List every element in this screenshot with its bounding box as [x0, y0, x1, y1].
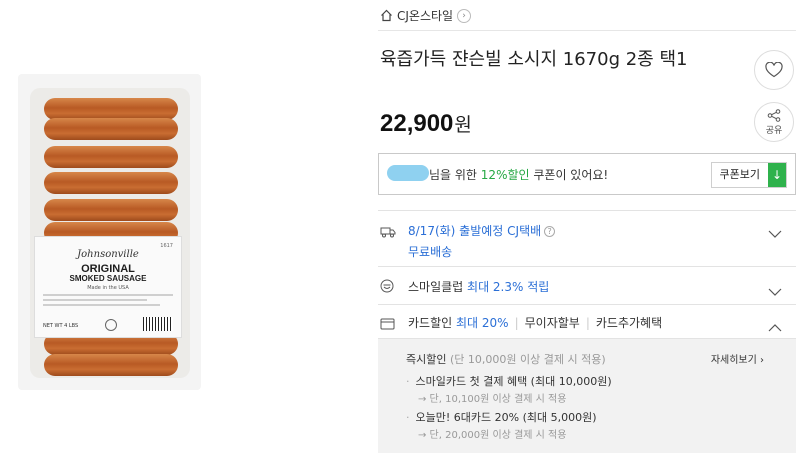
chevron-up-icon: [768, 317, 782, 336]
chevron-right-icon: ›: [457, 8, 472, 23]
price-value: 22,900: [380, 110, 454, 137]
discount-item-title: 스마일카드 첫 결제 혜택 (최대 10,000원): [415, 375, 612, 388]
share-icon: [767, 108, 781, 122]
see-more-link[interactable]: 자세히보기 ›: [711, 351, 764, 366]
divider: [378, 30, 796, 31]
product-price: 22,900 원: [380, 110, 472, 138]
chevron-down-icon: [768, 281, 782, 300]
coupon-text-after: 쿠폰이 있어요!: [529, 168, 609, 182]
package-net-weight: NET WT 4 LBS: [43, 323, 79, 329]
sausage: [44, 118, 178, 140]
sausage: [44, 354, 178, 376]
coupon-banner: 님을 위한 12%할인 쿠폰이 있어요! 쿠폰보기 ↓: [378, 153, 796, 195]
card-icon: [380, 315, 395, 334]
bullet: ·: [406, 375, 410, 388]
smile-icon: [380, 278, 394, 297]
installment-label[interactable]: 무이자할부: [525, 316, 580, 330]
delivery-info: 8/17(화) 출발예정 CJ택배?: [408, 222, 556, 239]
card-extra-label[interactable]: 카드추가혜택: [596, 316, 662, 330]
instant-discount-note: (단 10,000원 이상 결제 시 적용): [449, 353, 606, 366]
home-icon: [380, 9, 393, 22]
blurred-username: [387, 165, 429, 181]
delivery-courier: CJ택배: [507, 224, 542, 238]
package-subtitle: SMOKED SAUSAGE: [69, 274, 147, 283]
coupon-button-label: 쿠폰보기: [711, 163, 768, 187]
product-image[interactable]: 1617 Johnsonville ORIGINAL SMOKED SAUSAG…: [0, 0, 378, 453]
coupon-view-button[interactable]: 쿠폰보기 ↓: [710, 162, 787, 188]
delivery-date: 8/17(화) 출발예정: [408, 224, 504, 238]
fine-print: [43, 299, 147, 301]
delivery-row[interactable]: 8/17(화) 출발예정 CJ택배? 무료배송: [378, 210, 796, 266]
package-label: 1617 Johnsonville ORIGINAL SMOKED SAUSAG…: [34, 236, 182, 338]
wishlist-button[interactable]: [754, 50, 794, 90]
coupon-percent: 12%할인: [480, 168, 530, 182]
separator: |: [585, 316, 590, 330]
sausage: [44, 146, 178, 168]
barcode: [143, 317, 173, 331]
discount-item-condition: → 단, 20,000원 이상 결제 시 적용: [418, 430, 567, 441]
card-discount-highlight: 최대 20%: [456, 316, 509, 330]
sausage: [44, 199, 178, 221]
package-title: ORIGINAL: [81, 263, 135, 275]
share-label: 공유: [765, 125, 783, 136]
discount-item-title: 오늘만! 6대카드 20% (최대 5,000원): [415, 411, 597, 424]
coupon-text-before: 님을 위한: [429, 168, 481, 182]
bullet: ·: [406, 411, 410, 424]
smile-club-label: 스마일클럽: [408, 280, 464, 294]
card-discount-detail: 즉시할인 (단 10,000원 이상 결제 시 적용) 자세히보기 › · 스마일…: [378, 338, 796, 453]
store-link[interactable]: CJ온스타일 ›: [380, 7, 472, 24]
package-brand: Johnsonville: [77, 249, 139, 260]
instant-discount-title: 즉시할인: [406, 353, 447, 366]
fine-print: [43, 294, 173, 296]
card-discount-info: 카드할인 최대 20% | 무이자할부 | 카드추가혜택: [408, 314, 662, 331]
store-name: CJ온스타일: [397, 9, 454, 23]
sausage: [44, 172, 178, 194]
download-icon: ↓: [768, 163, 786, 187]
instant-discount-heading: 즉시할인 (단 10,000원 이상 결제 시 적용): [406, 351, 606, 367]
card-discount-label: 카드할인: [408, 316, 453, 330]
info-icon[interactable]: ?: [544, 226, 556, 237]
smile-club-info: 스마일클럽 최대 2.3% 적립: [408, 278, 549, 295]
product-title: 육즙가득 쟌슨빌 소시지 1670g 2종 택1: [380, 49, 688, 70]
smile-club-highlight: 최대 2.3% 적립: [467, 280, 550, 294]
price-unit: 원: [454, 114, 472, 136]
coupon-text: 님을 위한 12%할인 쿠폰이 있어요!: [429, 166, 608, 183]
discount-item: · 오늘만! 6대카드 20% (최대 5,000원): [406, 409, 597, 425]
discount-item-condition: → 단, 10,100원 이상 결제 시 적용: [418, 394, 567, 405]
sausage: [44, 98, 178, 120]
free-shipping: 무료배송: [408, 245, 453, 259]
discount-item: · 스마일카드 첫 결제 혜택 (최대 10,000원): [406, 373, 612, 389]
smile-club-row[interactable]: 스마일클럽 최대 2.3% 적립: [378, 266, 796, 304]
card-discount-row[interactable]: 카드할인 최대 20% | 무이자할부 | 카드추가혜택: [378, 304, 796, 338]
package-origin: Made in the USA: [87, 285, 129, 291]
fine-print: [43, 304, 160, 306]
separator: |: [514, 316, 519, 330]
share-button[interactable]: 공유: [754, 102, 794, 142]
chevron-down-icon: [768, 223, 782, 242]
truck-icon: [380, 223, 396, 242]
usda-seal: [105, 319, 117, 331]
package-sku: 1617: [160, 243, 173, 249]
product-info-panel: CJ온스타일 › 육즙가득 쟌슨빌 소시지 1670g 2종 택1 22,900…: [378, 0, 798, 453]
heart-icon: [765, 62, 783, 78]
